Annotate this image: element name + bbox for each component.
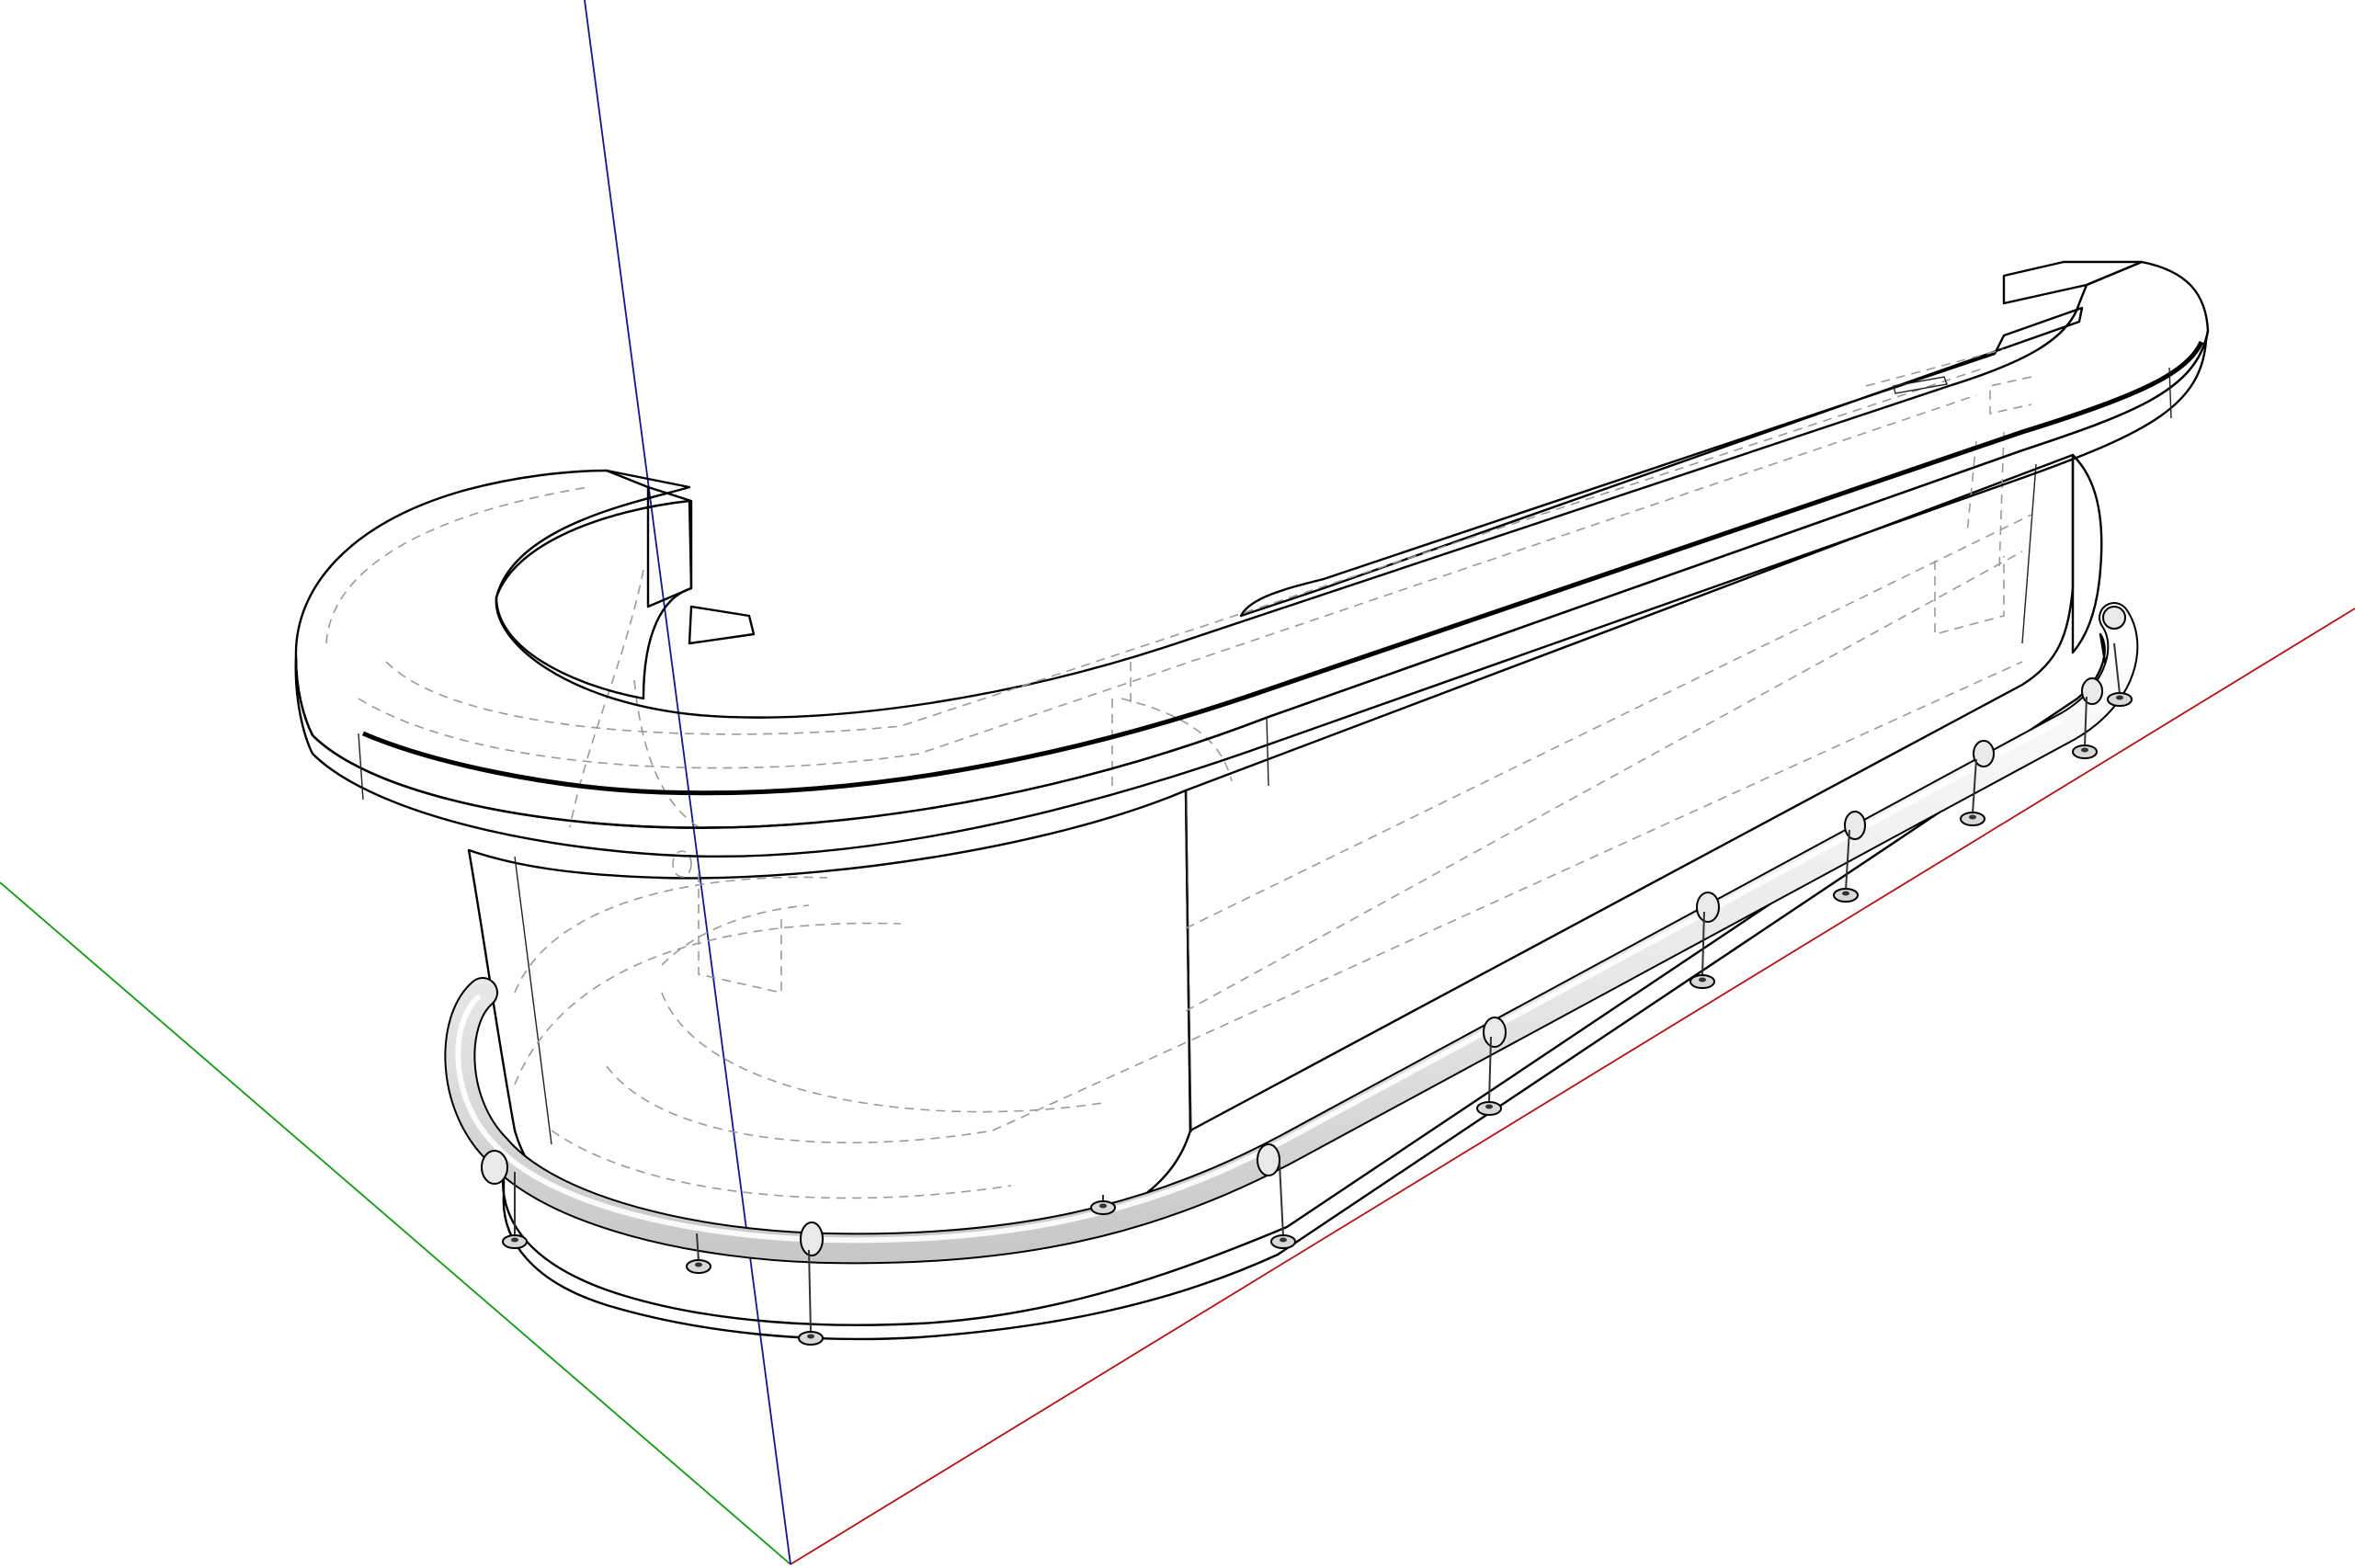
left-ledge[interactable]: [688, 605, 756, 645]
support-bolt: [511, 1237, 518, 1243]
sketchup-viewport[interactable]: [0, 0, 2355, 1568]
support-bolt: [2116, 695, 2123, 700]
rail-support-post[interactable]: [798, 1249, 824, 1346]
right-end-cap[interactable]: [2071, 453, 2103, 654]
rail-support-post[interactable]: [1090, 1195, 1116, 1215]
support-bolt: [1280, 1237, 1287, 1243]
support-bolt: [1099, 1203, 1107, 1209]
support-bolt: [1485, 1104, 1493, 1109]
support-bolt: [1699, 977, 1706, 983]
rail-support-post[interactable]: [1270, 1163, 1296, 1249]
support-bolt: [807, 1334, 814, 1339]
back-shelf-strip[interactable]: [1239, 306, 2084, 618]
model-scene[interactable]: [0, 0, 2355, 1568]
red-axis: [790, 608, 2355, 1565]
right-upright-panel[interactable]: [2002, 260, 2144, 305]
foot-rail[interactable]: [444, 602, 2139, 1265]
support-bolt: [2081, 747, 2088, 753]
top-surface[interactable]: [294, 260, 2210, 829]
top-edge-band[interactable]: [294, 329, 2210, 858]
support-stem: [1279, 1163, 1284, 1237]
support-bolt: [1969, 814, 1976, 820]
support-bolt: [695, 1262, 702, 1267]
hidden-interior-lines: [514, 376, 2032, 1199]
blue-axis: [584, 0, 791, 1565]
counter-top[interactable]: [294, 260, 2210, 858]
support-bolt: [1842, 891, 1849, 896]
